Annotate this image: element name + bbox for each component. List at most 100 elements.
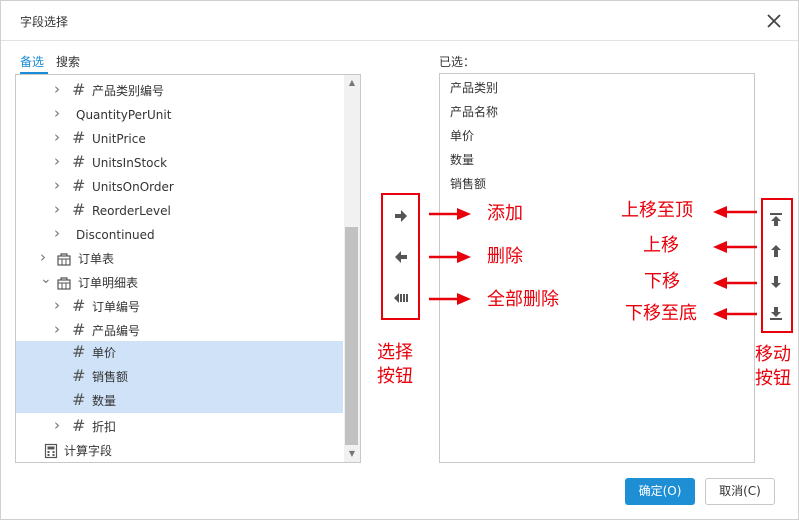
select-buttons-label: 选择 按钮 xyxy=(377,342,413,387)
tree-row-label: QuantityPerUnit xyxy=(76,108,172,122)
tree-row[interactable]: › # ReorderLevel xyxy=(16,199,343,223)
annotation-remove-all: 全部删除 xyxy=(487,289,559,310)
tree-row[interactable]: › Discontinued xyxy=(16,223,343,247)
tree-row-label: Discontinued xyxy=(76,228,155,242)
title-bar: 字段选择 xyxy=(1,1,798,41)
tree-row-label: 单价 xyxy=(92,346,117,360)
selected-item[interactable]: 产品名称 xyxy=(450,105,498,119)
annotation-move-up: 上移 xyxy=(643,235,679,256)
tree-row-label: 订单编号 xyxy=(92,300,141,314)
annotation-move-top: 上移至顶 xyxy=(621,200,693,221)
move-down-icon xyxy=(771,276,781,288)
annotation-arrow xyxy=(429,293,471,305)
move-top-icon xyxy=(770,213,782,226)
annotation-arrow xyxy=(713,277,757,289)
tree-row[interactable]: # 销售额 xyxy=(16,365,343,389)
selected-fields-list[interactable]: 产品类别 产品名称 单价 数量 销售额 xyxy=(439,73,755,463)
numeric-field-icon: # xyxy=(72,128,86,147)
tree-row-label: UnitsOnOrder xyxy=(92,180,174,194)
tree-row-label: ReorderLevel xyxy=(92,204,171,218)
tree-row[interactable]: › # UnitPrice xyxy=(16,127,343,151)
numeric-field-icon: # xyxy=(72,390,86,409)
field-tree[interactable]: › # 产品类别编号 › QuantityPerUnit › # UnitPrice › # Uni… xyxy=(15,74,361,463)
chevron-down-icon[interactable]: ⌄ xyxy=(40,272,52,286)
numeric-field-icon: # xyxy=(72,80,86,99)
chevron-right-icon[interactable]: › xyxy=(40,250,52,265)
selected-fields-label: 已选： xyxy=(439,55,476,69)
close-button[interactable] xyxy=(765,12,783,30)
annotation-arrow xyxy=(713,241,757,253)
dialog-title: 字段选择 xyxy=(20,15,69,29)
chevron-right-icon[interactable]: › xyxy=(54,82,66,97)
chevron-right-icon[interactable]: › xyxy=(54,226,66,241)
tree-row-label: 折扣 xyxy=(92,420,117,434)
chevron-right-icon[interactable]: › xyxy=(54,298,66,313)
chevron-right-icon[interactable]: › xyxy=(54,418,66,433)
move-bottom-icon xyxy=(770,307,782,320)
selected-item[interactable]: 销售额 xyxy=(450,177,486,191)
scroll-thumb[interactable] xyxy=(345,227,358,445)
tree-row-label: 计算字段 xyxy=(64,444,113,458)
annotation-arrow xyxy=(429,251,471,263)
annotation-arrow xyxy=(713,206,757,218)
double-arrow-left-icon xyxy=(394,293,408,303)
selected-item[interactable]: 数量 xyxy=(450,153,474,167)
tab-candidates[interactable]: 备选 xyxy=(20,53,44,70)
chevron-right-icon[interactable]: › xyxy=(54,130,66,145)
tree-row[interactable]: › # 产品编号 xyxy=(16,319,343,343)
arrow-right-icon xyxy=(395,210,407,222)
chevron-right-icon[interactable]: › xyxy=(54,106,66,121)
tree-row[interactable]: › # 产品类别编号 xyxy=(16,79,343,103)
numeric-field-icon: # xyxy=(72,176,86,195)
chevron-right-icon[interactable]: › xyxy=(54,178,66,193)
close-icon xyxy=(767,14,781,28)
tree-row[interactable]: ⌄ 订单明细表 xyxy=(16,271,343,295)
chevron-right-icon[interactable]: › xyxy=(54,322,66,337)
tree-row[interactable]: 计算字段 xyxy=(16,439,343,462)
annotation-move-bottom: 下移至底 xyxy=(625,303,697,324)
move-top-button[interactable] xyxy=(765,209,787,231)
annotation-add: 添加 xyxy=(487,203,523,224)
selected-item[interactable]: 产品类别 xyxy=(450,81,498,95)
remove-all-button[interactable] xyxy=(390,287,412,309)
arrow-left-icon xyxy=(395,251,407,263)
tree-row-label: 数量 xyxy=(92,394,117,408)
tree-row-label: UnitsInStock xyxy=(92,156,168,170)
chevron-right-icon[interactable]: › xyxy=(54,202,66,217)
scroll-down-button[interactable]: ▼ xyxy=(344,446,360,462)
tree-row[interactable]: › # 折扣 xyxy=(16,415,343,439)
annotation-arrow xyxy=(429,208,471,220)
tree-row-label: 订单表 xyxy=(78,252,115,266)
cancel-button[interactable]: 取消(C) xyxy=(705,478,775,505)
tree-scrollbar[interactable]: ▲ ▼ xyxy=(344,75,360,462)
table-icon xyxy=(56,275,72,291)
selected-item[interactable]: 单价 xyxy=(450,129,474,143)
tab-search[interactable]: 搜索 xyxy=(56,53,80,70)
move-bottom-button[interactable] xyxy=(765,302,787,324)
numeric-field-icon: # xyxy=(72,320,86,339)
tree-row-label: UnitPrice xyxy=(92,132,146,146)
numeric-field-icon: # xyxy=(72,200,86,219)
tree-row[interactable]: › 订单表 xyxy=(16,247,343,271)
scroll-up-button[interactable]: ▲ xyxy=(344,75,360,91)
add-button[interactable] xyxy=(390,205,412,227)
move-down-button[interactable] xyxy=(765,271,787,293)
tree-row[interactable]: › # 订单编号 xyxy=(16,295,343,319)
move-up-button[interactable] xyxy=(765,240,787,262)
numeric-field-icon: # xyxy=(72,296,86,315)
numeric-field-icon: # xyxy=(72,152,86,171)
remove-button[interactable] xyxy=(390,246,412,268)
tree-row[interactable]: › # UnitsInStock xyxy=(16,151,343,175)
tree-row[interactable]: # 数量 xyxy=(16,389,343,413)
tree-row[interactable]: # 单价 xyxy=(16,341,343,365)
ok-button[interactable]: 确定(O) xyxy=(625,478,695,505)
calculator-icon xyxy=(43,443,59,459)
numeric-field-icon: # xyxy=(72,342,86,361)
chevron-right-icon[interactable]: › xyxy=(54,154,66,169)
tree-row[interactable]: › QuantityPerUnit xyxy=(16,103,343,127)
table-icon xyxy=(56,251,72,267)
annotation-arrow xyxy=(713,308,757,320)
move-buttons-label: 移动 按钮 xyxy=(755,344,791,389)
tree-row[interactable]: › # UnitsOnOrder xyxy=(16,175,343,199)
annotation-move-down: 下移 xyxy=(644,271,680,292)
